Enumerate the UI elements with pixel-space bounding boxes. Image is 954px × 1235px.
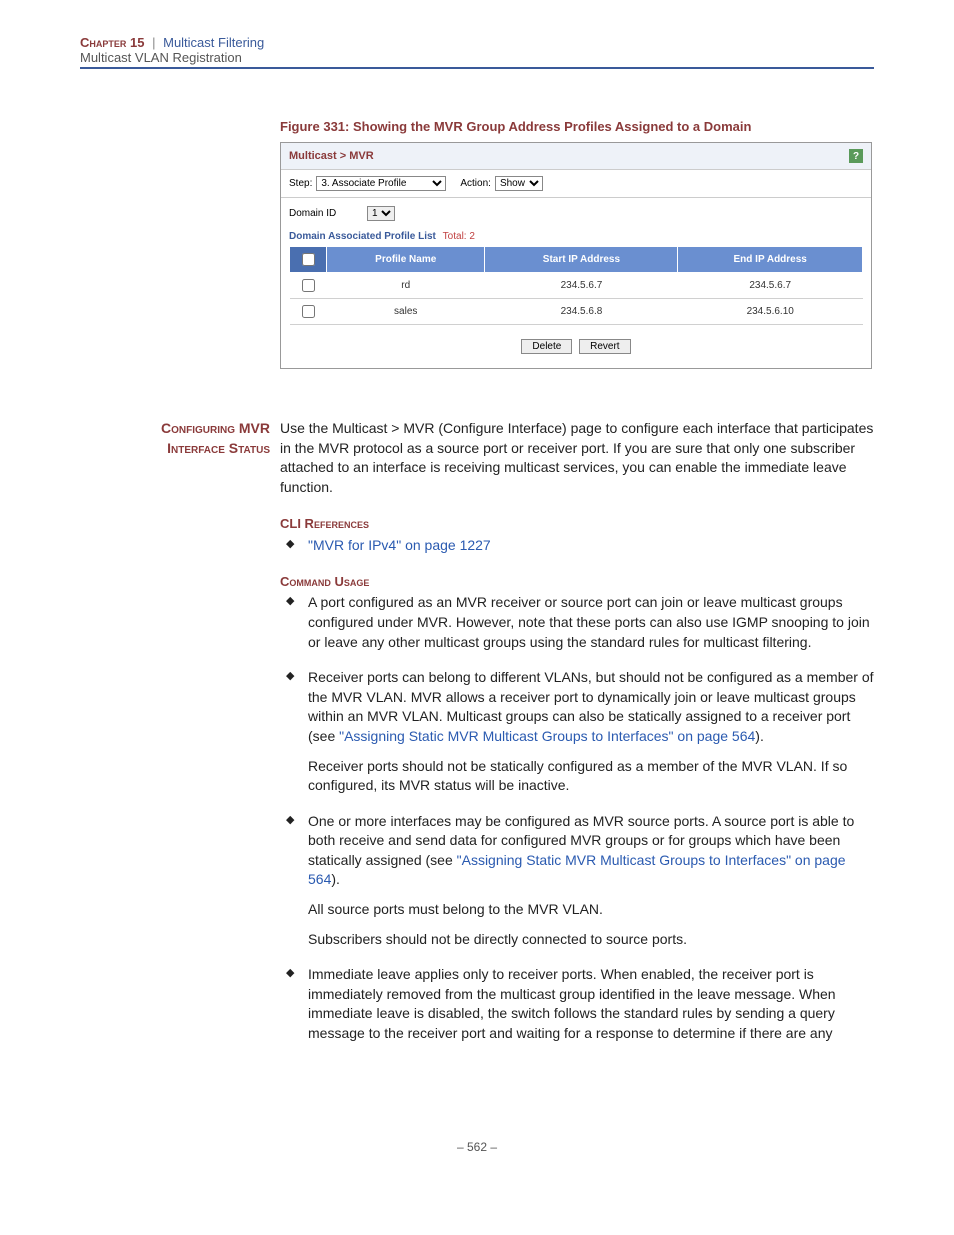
page-header: Chapter 15 | Multicast Filtering Multica… [80,35,874,69]
revert-button[interactable]: Revert [579,339,630,354]
select-all-header[interactable] [290,247,327,273]
cli-link[interactable]: "MVR for IPv4" on page 1227 [308,537,491,553]
profile-list-label: Domain Associated Profile List [289,231,436,242]
row-checkbox[interactable] [302,305,315,318]
list-item: Immediate leave applies only to receiver… [280,965,874,1043]
cell-end-ip: 234.5.6.7 [678,273,863,299]
assign-static-link[interactable]: "Assigning Static MVR Multicast Groups t… [339,728,755,744]
subsection-label: Multicast VLAN Registration [80,50,874,65]
list-item: A port configured as an MVR receiver or … [280,593,874,652]
intro-paragraph: Use the Multicast > MVR (Configure Inter… [280,419,874,497]
list-item: Receiver ports can belong to different V… [280,668,874,796]
profile-table: Profile Name Start IP Address End IP Add… [289,246,863,325]
cell-profile-name: sales [327,299,485,325]
delete-button[interactable]: Delete [521,339,572,354]
domain-id-label: Domain ID [289,208,359,219]
list-item: "MVR for IPv4" on page 1227 [280,536,874,556]
help-icon[interactable]: ? [849,149,863,163]
action-label: Action: [460,178,491,189]
col-end-ip: End IP Address [678,247,863,273]
page-number: – 562 – [80,1140,874,1154]
select-all-checkbox[interactable] [302,253,315,266]
row-checkbox[interactable] [302,279,315,292]
profile-list-total: Total: 2 [443,231,475,242]
cell-start-ip: 234.5.6.7 [485,273,678,299]
col-start-ip: Start IP Address [485,247,678,273]
step-label: Step: [289,178,312,189]
cell-start-ip: 234.5.6.8 [485,299,678,325]
step-select[interactable]: 3. Associate Profile [316,176,446,191]
mvr-screenshot: Multicast > MVR ? Step: 3. Associate Pro… [280,142,872,369]
domain-id-select[interactable]: 1 [367,206,395,221]
figure-caption: Figure 331: Showing the MVR Group Addres… [280,119,874,134]
command-usage-heading: Command Usage [280,573,874,591]
cell-profile-name: rd [327,273,485,299]
cell-end-ip: 234.5.6.10 [678,299,863,325]
breadcrumb: Multicast > MVR [289,150,374,162]
section-side-title: Configuring MVR Interface Status [80,419,270,1060]
table-row: rd 234.5.6.7 234.5.6.7 [290,273,863,299]
section-label: Multicast Filtering [163,35,264,50]
col-profile-name: Profile Name [327,247,485,273]
table-row: sales 234.5.6.8 234.5.6.10 [290,299,863,325]
cli-references-heading: CLI References [280,515,874,533]
action-select[interactable]: Show [495,176,543,191]
chapter-label: Chapter 15 [80,35,144,50]
header-separator: | [152,35,155,50]
list-item: One or more interfaces may be configured… [280,812,874,950]
